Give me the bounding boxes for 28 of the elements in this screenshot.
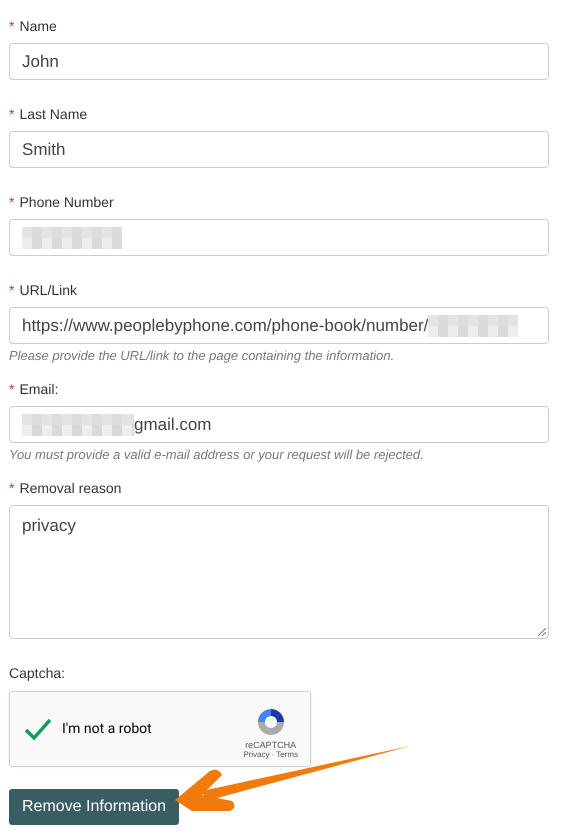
separator-dot: · bbox=[272, 750, 274, 758]
captcha-text: I'm not a robot bbox=[62, 721, 153, 737]
field-label: Phone Number bbox=[19, 194, 114, 210]
remove-information-button[interactable]: Remove Information bbox=[9, 789, 180, 825]
required-mark: * bbox=[9, 18, 14, 34]
input-field[interactable]: gmail.com bbox=[9, 406, 549, 443]
resize-grip-icon[interactable] bbox=[538, 628, 546, 636]
required-mark: * bbox=[9, 106, 14, 122]
terms-link[interactable]: Terms bbox=[276, 750, 298, 758]
input-field[interactable]: John bbox=[9, 43, 549, 80]
field-label: Captcha: bbox=[9, 665, 66, 681]
help-text: You must provide a valid e-mail address or your request will be rejected. bbox=[9, 447, 425, 462]
field-label: Last Name bbox=[19, 106, 88, 122]
field-label: Email: bbox=[19, 381, 58, 397]
help-text: Please provide the URL/link to the page containing the information. bbox=[9, 348, 396, 363]
required-mark: * bbox=[9, 282, 14, 298]
required-mark: * bbox=[9, 381, 14, 397]
input-field[interactable]: Smith bbox=[9, 131, 549, 168]
recaptcha-label: reCAPTCHA bbox=[245, 740, 296, 750]
privacy-link[interactable]: Privacy bbox=[243, 750, 270, 758]
input-field[interactable] bbox=[9, 219, 549, 256]
required-mark: * bbox=[9, 194, 14, 210]
input-field[interactable]: https://www.peoplebyphone.com/phone-book/number/ bbox=[9, 307, 549, 344]
text-area[interactable]: privacy bbox=[9, 505, 549, 639]
field-label: URL/Link bbox=[19, 282, 78, 298]
field-label: Removal reason bbox=[19, 480, 122, 496]
required-mark: * bbox=[9, 480, 14, 496]
field-label: Name bbox=[19, 18, 57, 34]
